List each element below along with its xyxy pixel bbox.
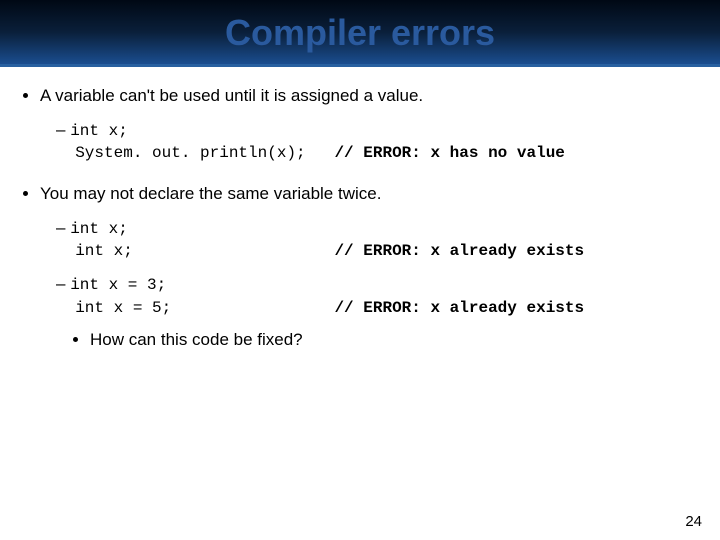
code-block-3: – int x = 3; int x = 5; // ERROR: x alre… [56,272,698,319]
slide-body: A variable can't be used until it is ass… [0,67,720,352]
bullet-1: A variable can't be used until it is ass… [40,85,698,165]
slide-title: Compiler errors [0,12,720,54]
code-1-line2a: System. out. println(x); [75,144,334,162]
bullet-2-text: You may not declare the same variable tw… [40,184,381,203]
sub-bullet-text: How can this code be fixed? [90,330,303,349]
page-number: 24 [685,513,702,530]
bullet-2: You may not declare the same variable tw… [40,183,698,352]
sub-bullet: How can this code be fixed? [90,329,698,352]
bullet-1-text: A variable can't be used until it is ass… [40,86,423,105]
code-3-line2a: int x = 5; [75,299,334,317]
code-block-1: – int x; System. out. println(x); // ERR… [56,118,698,165]
code-3-comment: // ERROR: x already exists [334,299,584,317]
code-3-line1: int x = 3; [70,276,166,294]
code-1-comment: // ERROR: x has no value [334,144,564,162]
title-bar: Compiler errors [0,0,720,67]
code-2-line2a: int x; [75,242,334,260]
code-2-comment: // ERROR: x already exists [334,242,584,260]
code-2-line1: int x; [70,220,128,238]
code-1-line1: int x; [70,122,128,140]
code-block-2: – int x; int x; // ERROR: x already exis… [56,216,698,263]
